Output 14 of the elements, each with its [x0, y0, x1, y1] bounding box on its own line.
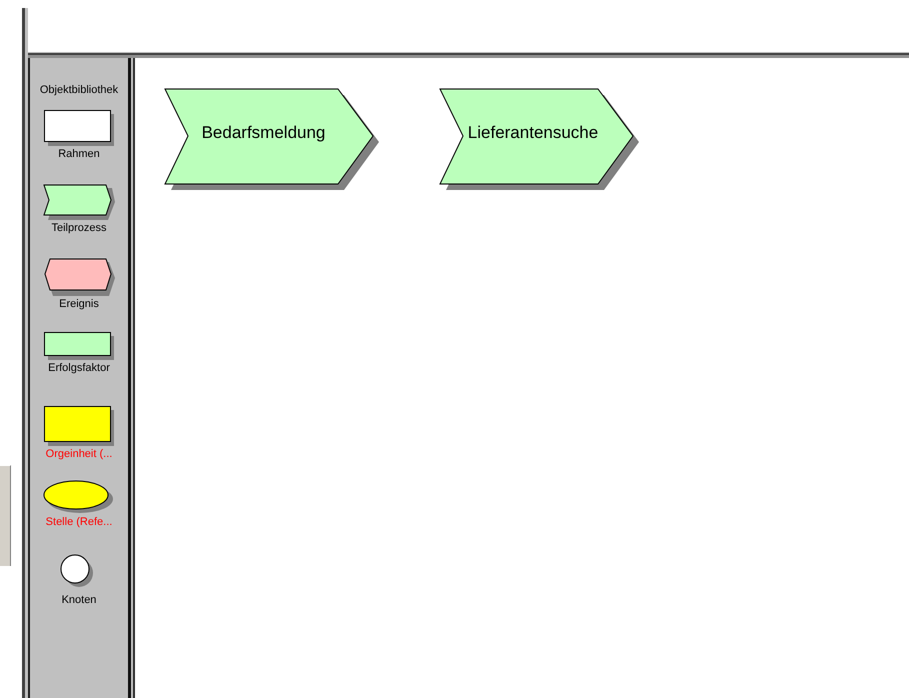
shape-label: Knoten	[62, 594, 96, 606]
ellipse-icon[interactable]	[43, 480, 115, 514]
shape-label: Ereignis	[59, 298, 99, 310]
shape-label: Rahmen	[58, 148, 100, 160]
panel-title: Objektbibliothek	[40, 84, 118, 96]
shape-label: Orgeinheit (...	[46, 448, 112, 460]
shape-label: Teilprozess	[51, 222, 107, 234]
rectangle-icon[interactable]	[44, 110, 114, 146]
chevron-icon[interactable]	[43, 184, 115, 220]
rectangle-icon[interactable]	[44, 332, 114, 360]
shape-label: Erfolgsfaktor	[48, 362, 110, 374]
shape-label: Stelle (Refe...	[46, 516, 112, 528]
hexagon-icon[interactable]	[43, 258, 115, 296]
rectangle-icon[interactable]	[44, 406, 114, 446]
